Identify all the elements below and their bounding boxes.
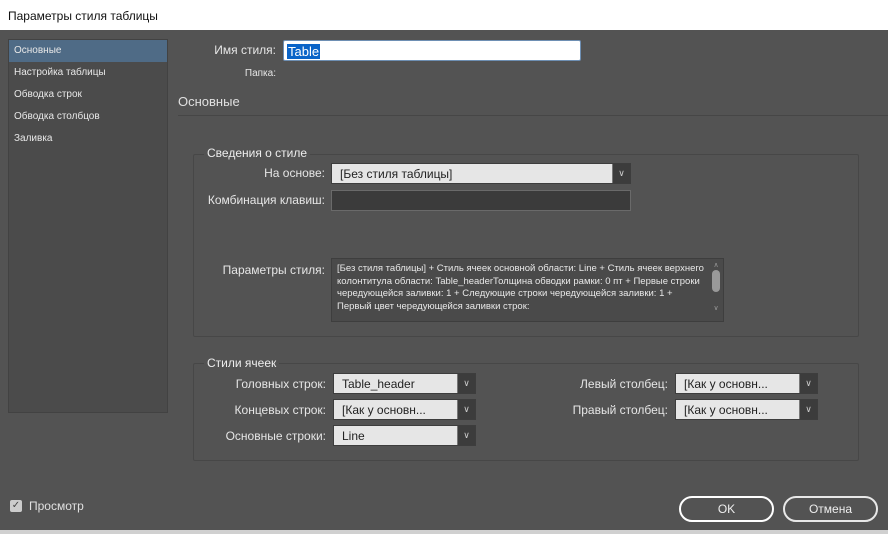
chevron-down-icon[interactable]: ∨: [457, 400, 475, 419]
style-name-input[interactable]: Table: [283, 40, 581, 61]
style-params-text: [Без стиля таблицы] + Стиль ячеек основн…: [337, 263, 704, 312]
style-info-group-label: Сведения о стиле: [204, 146, 311, 160]
window-title: Параметры стиля таблицы: [0, 0, 888, 30]
shortcut-input[interactable]: [331, 190, 631, 211]
chevron-down-icon[interactable]: ∨: [457, 426, 475, 445]
section-title: Основные: [178, 94, 240, 109]
style-name-value: Table: [287, 44, 321, 59]
chevron-down-icon[interactable]: ∨: [612, 164, 630, 183]
preview-checkbox[interactable]: ✓: [10, 500, 22, 512]
chevron-down-icon[interactable]: ∨: [799, 374, 817, 393]
cancel-button[interactable]: Отмена: [783, 496, 878, 522]
style-params-textarea[interactable]: [Без стиля таблицы] + Стиль ячеек основн…: [331, 258, 724, 322]
scroll-up-icon[interactable]: ∧: [711, 261, 721, 269]
folder-label: Папка:: [244, 68, 276, 79]
divider: [178, 115, 888, 116]
based-on-value: [Без стиля таблицы]: [340, 167, 453, 181]
scrollbar-thumb[interactable]: [712, 270, 720, 292]
scrollbar[interactable]: ∧ ∨: [711, 261, 721, 319]
right-column-select[interactable]: [Как у основн... ∨: [675, 399, 818, 420]
based-on-select[interactable]: [Без стиля таблицы] ∨: [331, 163, 631, 184]
based-on-label: На основе:: [264, 166, 325, 180]
header-rows-label: Головных строк:: [235, 377, 326, 391]
footer-rows-select[interactable]: [Как у основн... ∨: [333, 399, 476, 420]
header-rows-value: Table_header: [342, 377, 415, 391]
ok-button[interactable]: OK: [679, 496, 774, 522]
shortcut-label: Комбинация клавиш:: [207, 193, 325, 207]
left-column-label: Левый столбец:: [580, 377, 668, 391]
body-rows-label: Основные строки:: [225, 429, 326, 443]
sidebar-item-column-strokes[interactable]: Обводка столбцов: [9, 106, 167, 128]
scroll-down-icon[interactable]: ∨: [711, 304, 721, 312]
style-params-label: Параметры стиля:: [222, 263, 325, 277]
sidebar-item-general[interactable]: Основные: [9, 40, 167, 62]
right-column-label: Правый столбец:: [572, 403, 668, 417]
preview-label: Просмотр: [29, 499, 84, 513]
bottom-edge: [0, 530, 888, 534]
chevron-down-icon[interactable]: ∨: [799, 400, 817, 419]
body-rows-value: Line: [342, 429, 365, 443]
footer-rows-value: [Как у основн...: [342, 403, 426, 417]
sidebar-item-row-strokes[interactable]: Обводка строк: [9, 84, 167, 106]
footer-rows-label: Концевых строк:: [234, 403, 326, 417]
sidebar-item-table-setup[interactable]: Настройка таблицы: [9, 62, 167, 84]
body-rows-select[interactable]: Line ∨: [333, 425, 476, 446]
sidebar: Основные Настройка таблицы Обводка строк…: [8, 39, 168, 413]
chevron-down-icon[interactable]: ∨: [457, 374, 475, 393]
left-column-value: [Как у основн...: [684, 377, 768, 391]
style-name-label: Имя стиля:: [214, 43, 276, 57]
sidebar-item-fills[interactable]: Заливка: [9, 128, 167, 150]
right-column-value: [Как у основн...: [684, 403, 768, 417]
header-rows-select[interactable]: Table_header ∨: [333, 373, 476, 394]
cell-styles-group-label: Стили ячеек: [204, 356, 280, 370]
left-column-select[interactable]: [Как у основн... ∨: [675, 373, 818, 394]
